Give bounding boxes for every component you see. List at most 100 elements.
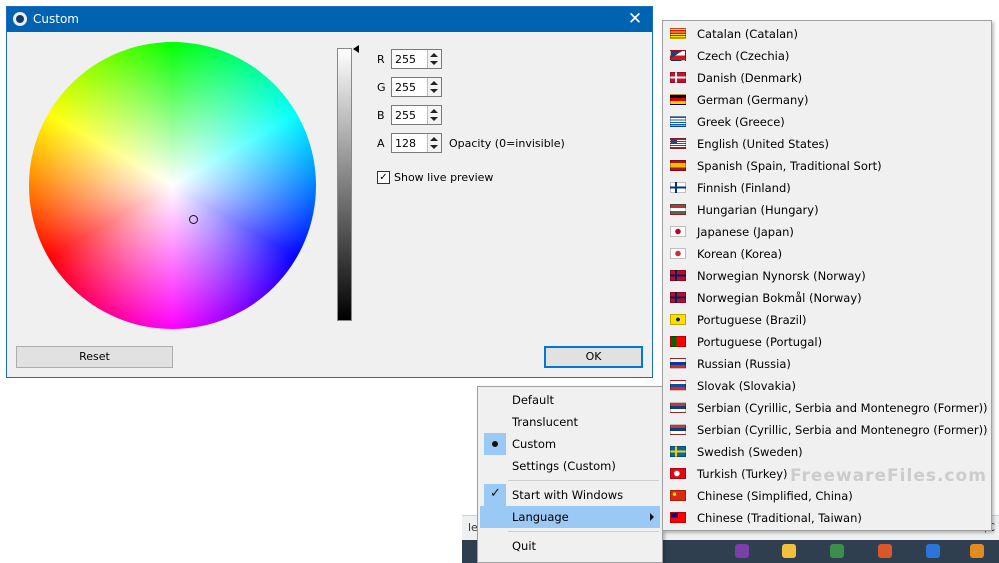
language-item[interactable]: Catalan (Catalan)	[665, 23, 989, 45]
menu-item-translucent[interactable]: Translucent	[480, 411, 660, 433]
brightness-slider[interactable]	[337, 48, 352, 321]
language-item[interactable]: Serbian (Cyrillic, Serbia and Montenegro…	[665, 397, 989, 419]
channel-b-value[interactable]: 255	[395, 109, 416, 122]
menu-item-language[interactable]: Language	[480, 506, 660, 528]
close-button[interactable]: ✕	[624, 8, 646, 30]
language-item[interactable]: Norwegian Nynorsk (Norway)	[665, 265, 989, 287]
channel-b-label: B	[377, 109, 385, 122]
japan-flag-icon	[670, 226, 686, 237]
spin-up-icon[interactable]	[430, 109, 438, 113]
china-flag-icon	[670, 490, 686, 501]
language-item[interactable]: Swedish (Sweden)	[665, 441, 989, 463]
color-wheel[interactable]	[29, 42, 316, 329]
language-label: Chinese (Simplified, China)	[697, 489, 853, 503]
language-label: Turkish (Turkey)	[697, 467, 788, 481]
channel-a-value[interactable]: 128	[395, 137, 416, 150]
channel-g-value[interactable]: 255	[395, 81, 416, 94]
taskbar-app-icon[interactable]	[970, 544, 984, 558]
spin-down-icon[interactable]	[430, 61, 438, 65]
channel-g-spinbox[interactable]: 255	[391, 77, 442, 97]
spin-down-icon[interactable]	[430, 117, 438, 121]
language-item[interactable]: Russian (Russia)	[665, 353, 989, 375]
denmark-flag-icon	[670, 72, 686, 83]
language-item[interactable]: Serbian (Cyrillic, Serbia and Montenegro…	[665, 419, 989, 441]
ok-button[interactable]: OK	[544, 346, 643, 368]
menu-mark	[484, 389, 506, 411]
taskbar-app-icon[interactable]	[926, 544, 940, 558]
spin-down-icon[interactable]	[430, 145, 438, 149]
united-states-flag-icon	[670, 138, 686, 149]
language-label: Norwegian Nynorsk (Norway)	[697, 269, 866, 283]
live-preview-label[interactable]: Show live preview	[394, 171, 493, 184]
language-item[interactable]: Chinese (Traditional, Taiwan)	[665, 507, 989, 529]
language-label: Portuguese (Portugal)	[697, 335, 823, 349]
language-label: Danish (Denmark)	[697, 71, 803, 85]
menu-mark	[484, 535, 506, 557]
brazil-flag-icon	[670, 314, 686, 325]
opacity-label: Opacity (0=invisible)	[449, 137, 565, 150]
channel-r-value[interactable]: 255	[395, 53, 416, 66]
color-wheel-cursor[interactable]	[189, 215, 198, 224]
language-item[interactable]: Korean (Korea)	[665, 243, 989, 265]
germany-flag-icon	[670, 94, 686, 105]
language-item[interactable]: Portuguese (Brazil)	[665, 309, 989, 331]
language-item[interactable]: German (Germany)	[665, 89, 989, 111]
language-item[interactable]: Czech (Czechia)	[665, 45, 989, 67]
slovakia-flag-icon	[670, 380, 686, 391]
language-item[interactable]: Portuguese (Portugal)	[665, 331, 989, 353]
language-label: Korean (Korea)	[697, 247, 783, 261]
menu-item-custom[interactable]: Custom	[480, 433, 660, 455]
sweden-flag-icon	[670, 446, 686, 457]
spin-up-icon[interactable]	[430, 81, 438, 85]
menu-item-label: Quit	[512, 539, 537, 553]
language-item[interactable]: Spanish (Spain, Traditional Sort)	[665, 155, 989, 177]
taskbar-app-icon[interactable]	[735, 544, 749, 558]
menu-separator	[508, 531, 659, 532]
menu-item-default[interactable]: Default	[480, 389, 660, 411]
language-item[interactable]: Norwegian Bokmål (Norway)	[665, 287, 989, 309]
spin-up-icon[interactable]	[430, 53, 438, 57]
channel-g-label: G	[377, 81, 386, 94]
language-item[interactable]: Slovak (Slovakia)	[665, 375, 989, 397]
menu-item-label: Settings (Custom)	[512, 459, 616, 473]
dialog-titlebar[interactable]: Custom ✕	[7, 7, 652, 32]
checkmark-icon: ✓	[490, 486, 501, 501]
language-label: Slovak (Slovakia)	[697, 379, 796, 393]
language-label: Serbian (Cyrillic, Serbia and Montenegro…	[697, 401, 988, 415]
language-item[interactable]: Greek (Greece)	[665, 111, 989, 133]
serbia-flag-icon	[670, 402, 686, 413]
language-item[interactable]: Hungarian (Hungary)	[665, 199, 989, 221]
greece-flag-icon	[670, 116, 686, 127]
reset-button[interactable]: Reset	[16, 346, 173, 368]
spin-down-icon[interactable]	[430, 89, 438, 93]
russia-flag-icon	[670, 358, 686, 369]
menu-separator	[508, 480, 659, 481]
language-label: English (United States)	[697, 137, 830, 151]
language-item[interactable]: Chinese (Simplified, China)	[665, 485, 989, 507]
language-item[interactable]: Finnish (Finland)	[665, 177, 989, 199]
language-item[interactable]: English (United States)	[665, 133, 989, 155]
taiwan-flag-icon	[670, 512, 686, 523]
channel-r-label: R	[377, 53, 385, 66]
dialog-title: Custom	[33, 12, 79, 26]
menu-item-label: Language	[512, 510, 569, 524]
spin-up-icon[interactable]	[430, 137, 438, 141]
channel-a-spinbox[interactable]: 128	[391, 133, 442, 153]
language-item[interactable]: Japanese (Japan)	[665, 221, 989, 243]
menu-item-settings-custom[interactable]: Settings (Custom)	[480, 455, 660, 477]
taskbar-app-icon[interactable]	[830, 544, 844, 558]
channel-b-spinbox[interactable]: 255	[391, 105, 442, 125]
channel-r-spinbox[interactable]: 255	[391, 49, 442, 69]
brightness-slider-marker[interactable]	[353, 45, 359, 53]
language-item[interactable]: Danish (Denmark)	[665, 67, 989, 89]
menu-item-quit[interactable]: Quit	[480, 535, 660, 557]
menu-mark	[484, 433, 506, 455]
menu-mark	[484, 411, 506, 433]
taskbar-app-icon[interactable]	[878, 544, 892, 558]
language-label: Finnish (Finland)	[697, 181, 791, 195]
hungary-flag-icon	[670, 204, 686, 215]
menu-item-start-with-windows[interactable]: ✓ Start with Windows	[480, 484, 660, 506]
language-label: Portuguese (Brazil)	[697, 313, 807, 327]
taskbar-folder-icon[interactable]	[782, 544, 796, 558]
live-preview-checkbox[interactable]: ✓	[377, 171, 390, 184]
